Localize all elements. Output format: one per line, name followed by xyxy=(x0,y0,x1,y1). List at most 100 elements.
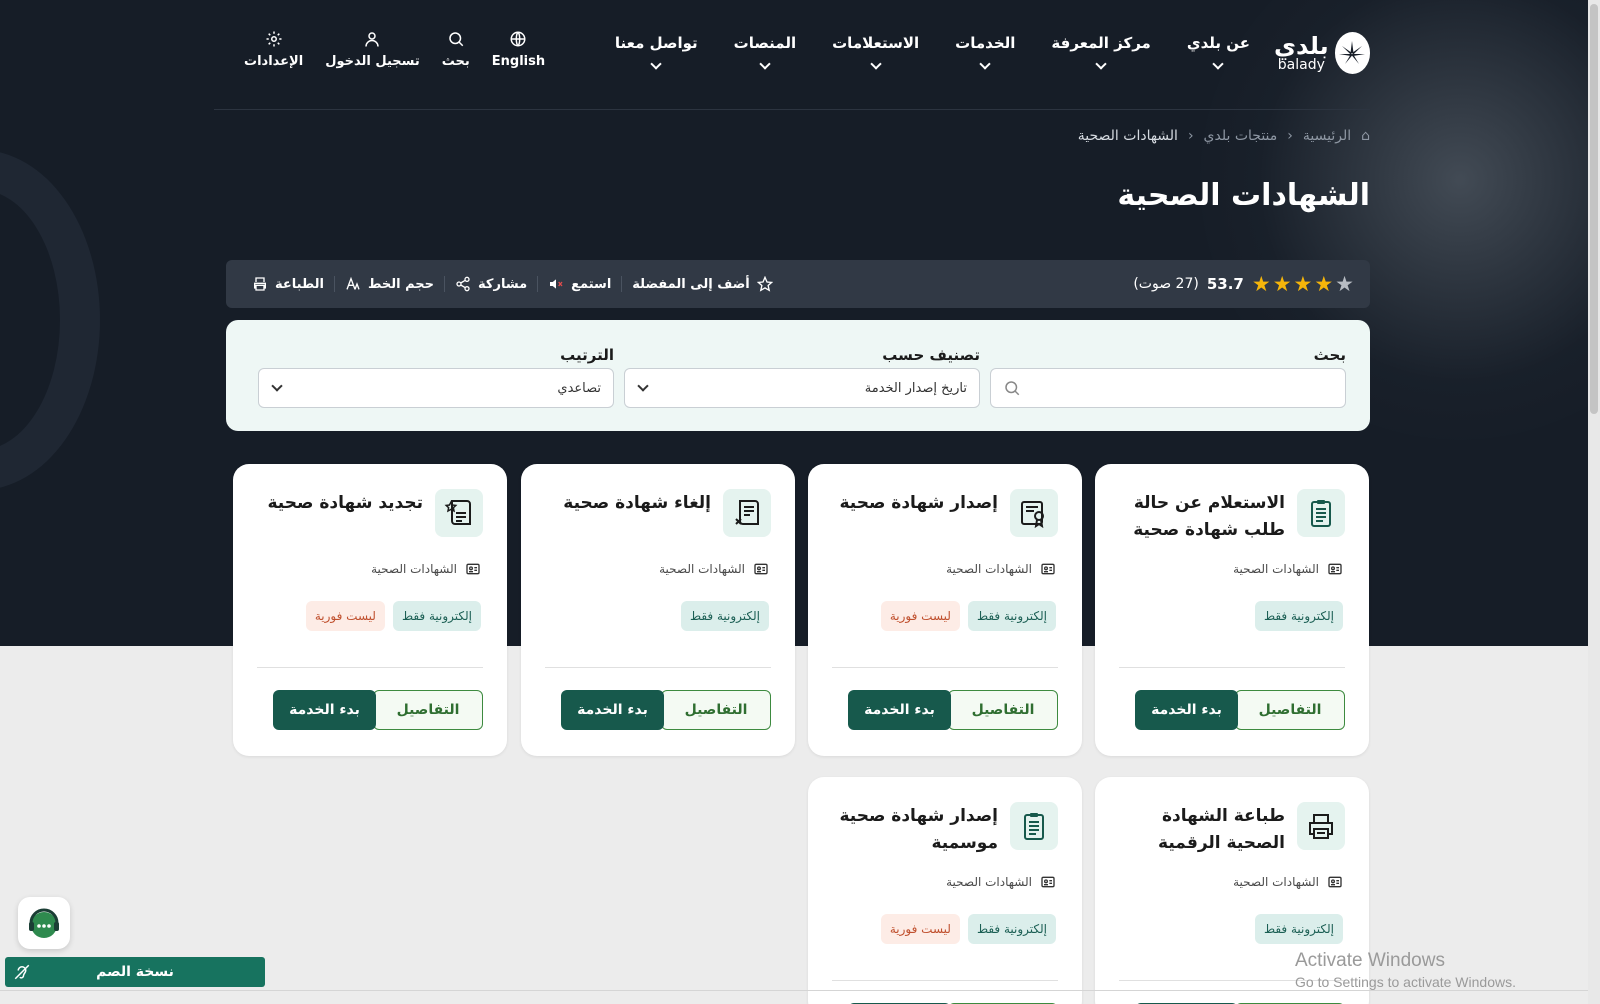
page-scrollbar[interactable] xyxy=(1588,0,1600,1004)
start-service-button[interactable]: بدء الخدمة xyxy=(273,690,376,730)
search-filter: بحث xyxy=(990,346,1346,408)
card-category-label: الشهادات الصحية xyxy=(371,562,457,576)
chevron-left-icon: ‹ xyxy=(1187,128,1194,144)
activation-line-2: Go to Settings to activate Windows. xyxy=(1295,974,1516,990)
print-button[interactable]: الطباعة xyxy=(242,276,334,292)
details-button[interactable]: التفاصيل xyxy=(661,690,771,730)
star-icon[interactable]: ★ xyxy=(1335,273,1354,295)
card-category: الشهادات الصحية xyxy=(371,561,481,577)
support-chat-button[interactable] xyxy=(18,897,70,949)
page-title: الشهادات الصحية xyxy=(1117,178,1370,213)
tag-electronic-only: إلكترونية فقط xyxy=(680,601,769,631)
star-icon[interactable]: ★ xyxy=(1294,273,1313,295)
deaf-version-button[interactable]: نسخة الصم xyxy=(5,957,265,987)
chevron-down-icon xyxy=(979,58,991,70)
sort-select[interactable]: تصاعدي xyxy=(258,368,614,408)
tag-electronic-only: إلكترونية فقط xyxy=(1254,914,1343,944)
page-bottom-divider xyxy=(0,990,1588,991)
chevron-left-icon: ‹ xyxy=(1287,128,1293,144)
details-button[interactable]: التفاصيل xyxy=(1235,690,1345,730)
balady-logo[interactable]: بلدي balady xyxy=(1274,30,1370,76)
card-category-label: الشهادات الصحية xyxy=(1233,562,1319,576)
breadcrumb-current: الشهادات الصحية xyxy=(1077,128,1178,144)
card-divider xyxy=(832,667,1058,668)
card-title[interactable]: طباعة الشهادة الصحية الرقمية xyxy=(1115,803,1285,857)
activation-line-1: Activate Windows xyxy=(1295,950,1445,971)
logo-text: بلدي balady xyxy=(1274,34,1329,72)
nav-inquiries[interactable]: الاستعلامات xyxy=(832,34,919,70)
rating-stars[interactable]: ★ ★ ★ ★ ★ xyxy=(1252,273,1354,295)
service-card[interactable]: إلغاء شهادة صحية الشهادات الصحية إلكترون… xyxy=(521,464,795,756)
id-card-icon xyxy=(754,563,768,575)
listen-button[interactable]: استمع xyxy=(537,276,621,292)
chevron-down-icon xyxy=(759,58,771,70)
card-category-label: الشهادات الصحية xyxy=(946,875,1032,889)
search-label: بحث xyxy=(441,54,470,69)
breadcrumb-home[interactable]: الرئيسية xyxy=(1303,128,1351,144)
details-button[interactable]: التفاصيل xyxy=(373,690,483,730)
home-icon[interactable]: ⌂ xyxy=(1361,128,1370,144)
card-tags: إلكترونية فقط ليست فورية xyxy=(880,601,1056,631)
favorite-button[interactable]: أضف إلى المفضلة xyxy=(621,276,782,292)
settings-button[interactable]: الإعدادات xyxy=(244,30,303,69)
classify-filter: تصنيف حسب تاريخ إصدار الخدمة xyxy=(624,346,980,408)
search-icon xyxy=(1005,381,1020,396)
rating-score: 53.7 xyxy=(1206,275,1244,293)
tag-electronic-only: إلكترونية فقط xyxy=(392,601,481,631)
id-card-icon xyxy=(1041,876,1055,888)
classify-select[interactable]: تاريخ إصدار الخدمة xyxy=(624,368,980,408)
site-header: بلدي balady عن بلدي مركز المعرفة الخدمات… xyxy=(214,0,1370,110)
nav-contact[interactable]: تواصل معنا xyxy=(615,34,698,70)
service-card[interactable]: إصدار شهادة صحية الشهادات الصحية إلكترون… xyxy=(808,464,1082,756)
service-card[interactable]: إصدار شهادة صحية موسمية الشهادات الصحية … xyxy=(808,777,1082,1004)
settings-label: الإعدادات xyxy=(244,54,304,69)
breadcrumb-products[interactable]: منتجات بلدي xyxy=(1204,128,1278,144)
nav-platforms[interactable]: المنصات xyxy=(733,34,797,70)
star-icon[interactable]: ★ xyxy=(1252,273,1271,295)
nav-about[interactable]: عن بلدي xyxy=(1186,34,1250,70)
clipboard-icon xyxy=(1297,489,1345,537)
nav-services[interactable]: الخدمات xyxy=(955,34,1015,70)
card-title[interactable]: إصدار شهادة صحية xyxy=(828,490,998,517)
share-button[interactable]: مشاركة xyxy=(444,276,537,292)
tag-electronic-only: إلكترونية فقط xyxy=(967,914,1056,944)
card-divider xyxy=(545,667,771,668)
scrollbar-thumb[interactable] xyxy=(1590,4,1598,414)
star-icon[interactable]: ★ xyxy=(1314,273,1333,295)
login-button[interactable]: تسجيل الدخول xyxy=(325,30,420,69)
classify-select-value: تاريخ إصدار الخدمة xyxy=(864,380,967,396)
card-title[interactable]: إصدار شهادة صحية موسمية xyxy=(828,803,998,857)
scroll-star-icon xyxy=(435,489,483,537)
chevron-down-icon xyxy=(637,380,649,392)
details-button[interactable]: التفاصيل xyxy=(948,690,1058,730)
nav-knowledge-label: مركز المعرفة xyxy=(1051,34,1151,52)
language-label: English xyxy=(491,54,546,69)
chevron-down-icon xyxy=(650,58,662,70)
card-title[interactable]: إلغاء شهادة صحية xyxy=(541,490,711,517)
service-card[interactable]: تجديد شهادة صحية الشهادات الصحية إلكترون… xyxy=(233,464,507,756)
service-card[interactable]: الاستعلام عن حالة طلب شهادة صحية الشهادا… xyxy=(1095,464,1369,756)
tag-electronic-only: إلكترونية فقط xyxy=(967,601,1056,631)
rating-votes: (27 صوت) xyxy=(1133,276,1199,292)
chevron-down-icon xyxy=(1095,58,1107,70)
login-label: تسجيل الدخول xyxy=(325,54,420,69)
page-actions: أضف إلى المفضلة استمع مشاركة حجم الخط ال… xyxy=(242,276,783,292)
nav-platforms-label: المنصات xyxy=(733,34,797,52)
sort-select-value: تصاعدي xyxy=(557,380,601,396)
nav-about-label: عن بلدي xyxy=(1186,34,1250,52)
card-title[interactable]: تجديد شهادة صحية xyxy=(253,490,423,517)
font-size-label: حجم الخط xyxy=(367,276,435,292)
card-title[interactable]: الاستعلام عن حالة طلب شهادة صحية xyxy=(1115,490,1285,544)
print-label: الطباعة xyxy=(275,276,324,292)
search-input[interactable] xyxy=(990,368,1346,408)
search-button[interactable]: بحث xyxy=(442,30,470,69)
tag-electronic-only: إلكترونية فقط xyxy=(1254,601,1343,631)
font-size-button[interactable]: حجم الخط xyxy=(333,276,444,292)
language-button[interactable]: English xyxy=(492,30,545,69)
nav-knowledge-center[interactable]: مركز المعرفة xyxy=(1051,34,1151,70)
star-icon[interactable]: ★ xyxy=(1273,273,1292,295)
start-service-button[interactable]: بدء الخدمة xyxy=(561,690,664,730)
page-toolbar: ★ ★ ★ ★ ★ 53.7 (27 صوت) أضف إلى المفضلة استم… xyxy=(226,260,1370,308)
start-service-button[interactable]: بدء الخدمة xyxy=(848,690,951,730)
start-service-button[interactable]: بدء الخدمة xyxy=(1135,690,1238,730)
